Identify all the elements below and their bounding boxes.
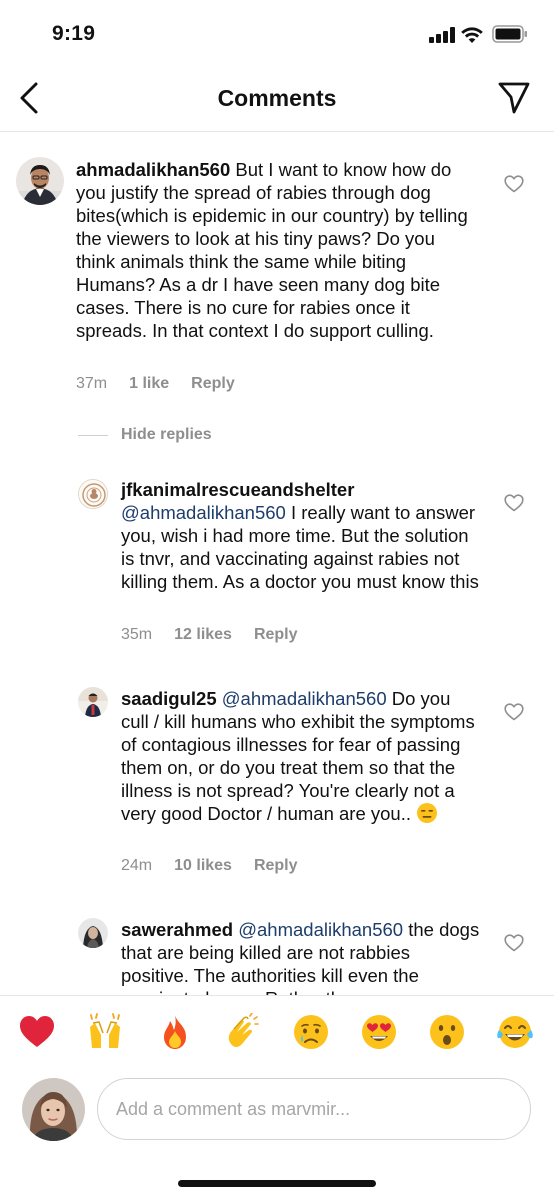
comment-mention[interactable]: @ahmadalikhan560	[222, 688, 387, 709]
emoji-quick-bar	[0, 995, 554, 1071]
reply-button[interactable]: Reply	[191, 375, 235, 393]
red-heart-emoji[interactable]	[18, 1013, 56, 1051]
comment-compose-bar	[0, 1071, 554, 1151]
like-heart-icon[interactable]	[504, 175, 524, 193]
like-heart-icon[interactable]	[504, 934, 524, 952]
avatar[interactable]	[16, 157, 64, 205]
reply-item: saadigul25 @ahmadalikhan560 Do you cull …	[0, 682, 554, 882]
comments-header: Comments	[0, 70, 554, 132]
heart-eyes-emoji[interactable]	[360, 1013, 398, 1051]
comment-text: jfkanimalrescueandshelter @ahmadalikhan5…	[121, 478, 481, 593]
reply-button[interactable]: Reply	[254, 626, 298, 644]
comment-username[interactable]: saadigul25	[121, 688, 217, 709]
comment-meta: 37m 1 like Reply	[76, 375, 235, 393]
comment-username[interactable]: jfkanimalrescueandshelter	[121, 479, 354, 500]
crying-face-emoji[interactable]	[292, 1013, 330, 1051]
current-user-avatar[interactable]	[22, 1078, 85, 1141]
hide-replies-button[interactable]: Hide replies	[78, 426, 212, 444]
like-heart-icon[interactable]	[504, 703, 524, 721]
fire-emoji[interactable]	[156, 1013, 194, 1051]
comment-input[interactable]	[97, 1078, 531, 1140]
comment-meta: 24m 10 likes Reply	[121, 857, 298, 875]
divider	[78, 434, 108, 436]
comment-text: ahmadalikhan560 But I want to know how d…	[76, 158, 476, 342]
reply-button[interactable]: Reply	[254, 857, 298, 875]
status-time: 9:19	[52, 22, 96, 45]
comment-username[interactable]: ahmadalikhan560	[76, 159, 230, 180]
clapping-hands-emoji[interactable]	[222, 1013, 260, 1051]
comment-time: 35m	[121, 626, 153, 643]
comment-likes[interactable]: 1 like	[129, 375, 169, 393]
wifi-icon	[461, 27, 483, 43]
comment-username[interactable]: sawerahmed	[121, 919, 233, 940]
battery-icon	[492, 25, 527, 43]
comment-time: 24m	[121, 857, 153, 874]
cellular-signal-icon	[429, 27, 455, 43]
comment-likes[interactable]: 10 likes	[174, 857, 232, 875]
hide-replies-label: Hide replies	[121, 426, 212, 443]
send-direct-icon[interactable]	[496, 80, 532, 116]
avatar[interactable]	[78, 479, 108, 509]
comment-text: saadigul25 @ahmadalikhan560 Do you cull …	[121, 687, 481, 825]
home-indicator[interactable]	[178, 1180, 376, 1187]
avatar[interactable]	[78, 687, 108, 717]
comment-mention[interactable]: @ahmadalikhan560	[238, 919, 403, 940]
expressionless-face-emoji	[417, 803, 438, 823]
page-title: Comments	[217, 85, 337, 111]
reply-item: jfkanimalrescueandshelter @ahmadalikhan5…	[0, 473, 554, 653]
tears-of-joy-emoji[interactable]	[496, 1013, 534, 1051]
comments-list[interactable]: ahmadalikhan560 But I want to know how d…	[0, 133, 554, 995]
comment-likes[interactable]: 12 likes	[174, 626, 232, 644]
comment-time: 37m	[76, 375, 108, 392]
comment-body: But I want to know how do you justify th…	[76, 159, 468, 341]
comment-meta: 35m 12 likes Reply	[121, 626, 298, 644]
raising-hands-emoji[interactable]	[86, 1013, 124, 1051]
comment-item: ahmadalikhan560 But I want to know how d…	[0, 133, 554, 403]
comment-text: sawerahmed @ahmadalikhan560 the dogs tha…	[121, 918, 481, 995]
like-heart-icon[interactable]	[504, 494, 524, 512]
reply-item: sawerahmed @ahmadalikhan560 the dogs tha…	[0, 913, 554, 995]
status-bar: 9:19	[0, 0, 554, 70]
avatar[interactable]	[78, 918, 108, 948]
comment-mention[interactable]: @ahmadalikhan560	[121, 502, 286, 523]
surprised-face-emoji[interactable]	[428, 1013, 466, 1051]
